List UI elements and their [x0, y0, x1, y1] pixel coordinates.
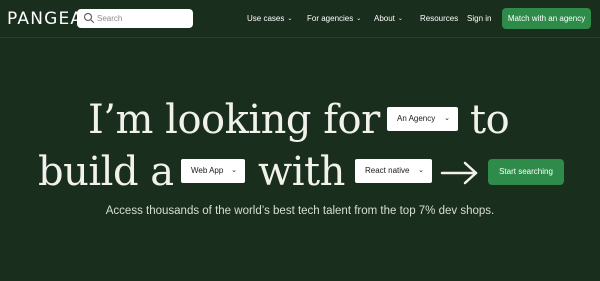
nav-sign-in[interactable]: Sign in [467, 13, 491, 24]
nav-sign-in-label: Sign in [467, 14, 492, 23]
nav-resources-label: Resources [420, 14, 459, 23]
pangea-logo[interactable]: PANGEA [7, 9, 83, 29]
nav-use-cases[interactable]: Use cases ⌄ [247, 13, 292, 25]
match-with-agency-button[interactable]: Match with an agency [502, 8, 591, 29]
nav-for-agencies[interactable]: For agencies ⌄ [307, 13, 361, 25]
tech-select-value: React native [365, 166, 410, 175]
role-select-value: An Agency [397, 114, 436, 123]
hero-line-2-prefix: build a [38, 149, 174, 195]
role-select[interactable]: An Agency ⌄ [387, 107, 458, 131]
hero-line-1-prefix: I’m looking for [88, 97, 380, 143]
hero-line-1-suffix: to [470, 97, 510, 143]
chevron-down-icon: ⌄ [444, 115, 450, 122]
search-input[interactable] [97, 10, 189, 26]
arrow-right-icon [440, 161, 478, 185]
chevron-down-icon: ⌄ [418, 167, 424, 174]
chevron-down-icon: ⌄ [397, 16, 403, 22]
top-navigation-bar: PANGEA Use cases⌄ For agencies⌄ About⌄ R… [0, 0, 600, 38]
start-searching-button[interactable]: Start searching [488, 159, 564, 185]
nav-about-label: About [374, 14, 395, 23]
chevron-down-icon: ⌄ [356, 16, 362, 22]
nav-for-agencies-label: For agencies [307, 14, 354, 23]
project-select[interactable]: Web App ⌄ [181, 159, 245, 183]
search-box[interactable] [77, 9, 193, 28]
nav-resources[interactable]: Resources [420, 13, 458, 24]
project-select-value: Web App [191, 166, 224, 175]
tech-select[interactable]: React native ⌄ [355, 159, 432, 183]
search-icon [83, 12, 95, 24]
chevron-down-icon: ⌄ [231, 167, 237, 174]
hero-subtitle: Access thousands of the world’s best tec… [105, 205, 495, 217]
chevron-down-icon: ⌄ [287, 16, 293, 22]
nav-about[interactable]: About ⌄ [374, 13, 403, 25]
nav-use-cases-label: Use cases [247, 14, 285, 23]
hero-line-2-middle: with [258, 149, 345, 195]
